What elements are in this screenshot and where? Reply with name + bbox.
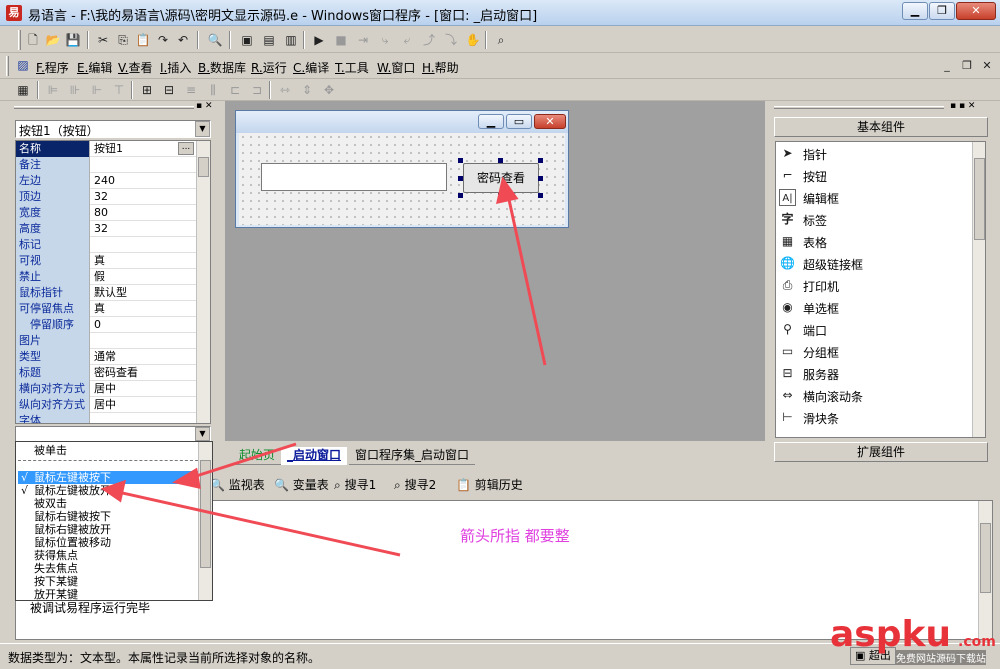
status-text: 数据类型为：文本型。本属性记录当前所选择对象的名称。 [8, 651, 321, 665]
arrow-to-left-up [117, 490, 401, 557]
arrow-to-button [506, 194, 547, 366]
arrow-head [171, 467, 201, 489]
arrow-head [496, 176, 519, 204]
aspku-watermark-logo: aspku .com 免费网站源码下载站 [830, 614, 996, 665]
annotation-arrows [100, 176, 547, 557]
arrow-head [100, 479, 127, 503]
arrow-to-left-down [189, 442, 297, 480]
